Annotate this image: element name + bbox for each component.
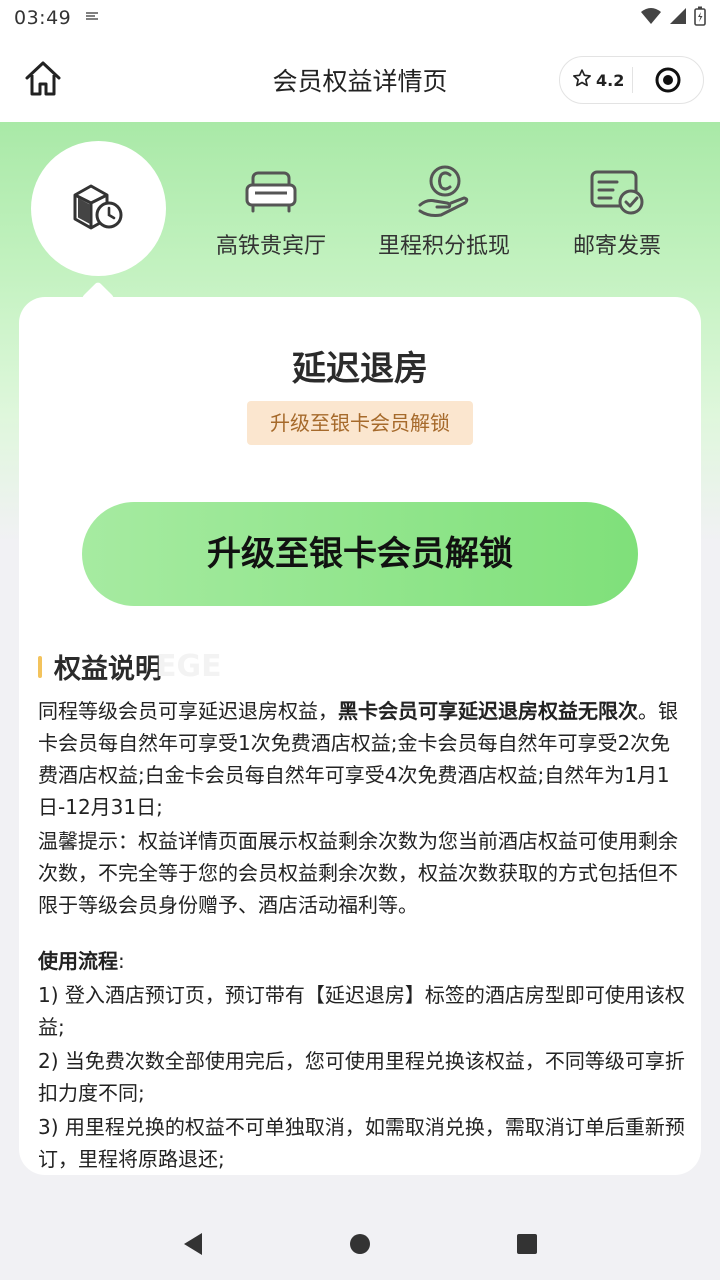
desc-bold-text: 黑卡会员可享延迟退房权益无限次 [338,699,638,723]
upgrade-unlock-button[interactable]: 升级至银卡会员解锁 [82,502,638,606]
status-time: 03:49 [14,7,72,29]
tab-label: 邮寄发票 [572,234,661,259]
flow-heading: 使用流程: [38,945,688,977]
desc-text: 同程等级会员可享延迟退房权益， [38,699,338,723]
signal-icon [668,7,688,30]
flow-step-2: 2) 当免费次数全部使用完后，您可使用里程兑换该权益，不同等级可享折扣力度不同; [38,1049,685,1105]
flow-colon: : [118,949,125,973]
section-header: 权益说明 EGE [38,647,222,686]
tab-label: 高铁贵宾厅 [215,234,326,259]
nav-home-icon[interactable] [340,1224,380,1264]
benefit-tab-mileage[interactable]: 里程积分抵现 [359,162,529,260]
sofa-icon [186,162,356,222]
battery-icon [694,6,706,31]
flow-step-1: 1) 登入酒店预订页，预订带有【延迟退房】标签的酒店房型即可使用该权益; [38,983,685,1039]
benefit-description: 同程等级会员可享延迟退房权益，黑卡会员可享延迟退房权益无限次。银卡会员每自然年可… [38,695,688,1175]
coin-hand-icon [359,162,529,222]
late-checkout-icon [71,181,127,237]
benefit-title: 延迟退房 [292,349,428,389]
benefit-detail-card: 延迟退房 升级至银卡会员解锁 升级至银卡会员解锁 权益说明 EGE 同程等级会员… [19,297,701,1175]
desc-paragraph-1: 同程等级会员可享延迟退房权益，黑卡会员可享延迟退房权益无限次。银卡会员每自然年可… [38,695,688,823]
section-title: 权益说明 [54,654,162,685]
invoice-icon [532,162,702,222]
flow-title: 使用流程 [38,949,118,973]
rating-value: 4.2 [596,70,625,90]
benefit-tab-late-checkout[interactable] [31,141,166,276]
unlock-badge: 升级至银卡会员解锁 [247,401,473,445]
tab-label: 里程积分抵现 [377,234,510,259]
star-icon [572,68,592,92]
desc-paragraph-2: 温馨提示：权益详情页面展示权益剩余次数为您当前酒店权益可使用剩余次数，不完全等于… [38,829,678,917]
flow-step-3: 3) 用里程兑换的权益不可单独取消，如需取消兑换，需取消订单后重新预订，里程将原… [38,1115,685,1171]
target-icon[interactable] [633,66,703,94]
mini-program-capsule: 4.2 [559,56,704,104]
wifi-icon [640,7,662,30]
benefit-tab-lounge[interactable]: 高铁贵宾厅 [186,162,356,260]
app-header: 会员权益详情页 4.2 [0,36,720,122]
status-bar: 03:49 [0,0,720,36]
rating-button[interactable]: 4.2 [560,68,632,92]
section-watermark: EGE [156,649,222,684]
benefit-tab-invoice[interactable]: 邮寄发票 [532,162,702,260]
back-icon[interactable] [173,1224,213,1264]
section-accent-bar [38,655,42,678]
recents-icon[interactable] [507,1224,547,1264]
system-nav-bar [0,1208,720,1280]
sim-icon [85,10,99,26]
